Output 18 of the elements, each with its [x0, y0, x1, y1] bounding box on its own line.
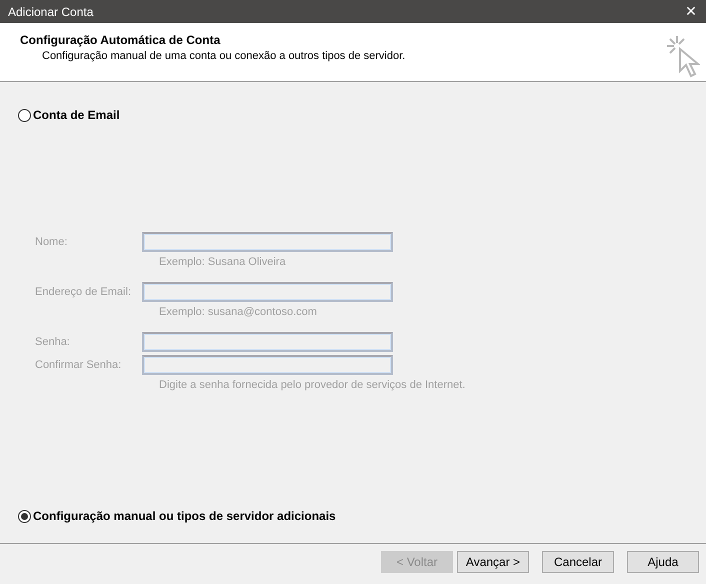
radio-button[interactable]: [18, 510, 31, 522]
radio-label[interactable]: Configuração manual ou tipos de servidor adicionais: [33, 509, 336, 523]
window-title: Adicionar Conta: [8, 4, 94, 18]
hint-text: Exemplo: susana@contoso.com: [159, 306, 318, 318]
dialog-button[interactable]: Cancelar: [542, 551, 614, 573]
close-button[interactable]: ✕: [676, 0, 706, 23]
header-subtitle: Configuração manual de uma conta ou conexão a outros tipos de servidor.: [41, 50, 406, 62]
field-label: Endereço de Email:: [35, 286, 132, 298]
field-label: Senha:: [35, 336, 71, 348]
radio-button[interactable]: [18, 108, 31, 122]
dialog-button[interactable]: Avançar >: [457, 551, 529, 573]
hint-text: Exemplo: Susana Oliveira: [159, 256, 287, 268]
radio-label[interactable]: Conta de Email: [33, 108, 120, 122]
header-title: Configuração Automática de Conta: [20, 33, 222, 47]
dialog-button[interactable]: Ajuda: [627, 551, 699, 573]
hint-text: Digite a senha fornecida pelo provedor de serviços de Internet.: [159, 379, 466, 391]
field-label: Nome:: [35, 236, 68, 248]
field-label: Confirmar Senha:: [35, 359, 122, 371]
